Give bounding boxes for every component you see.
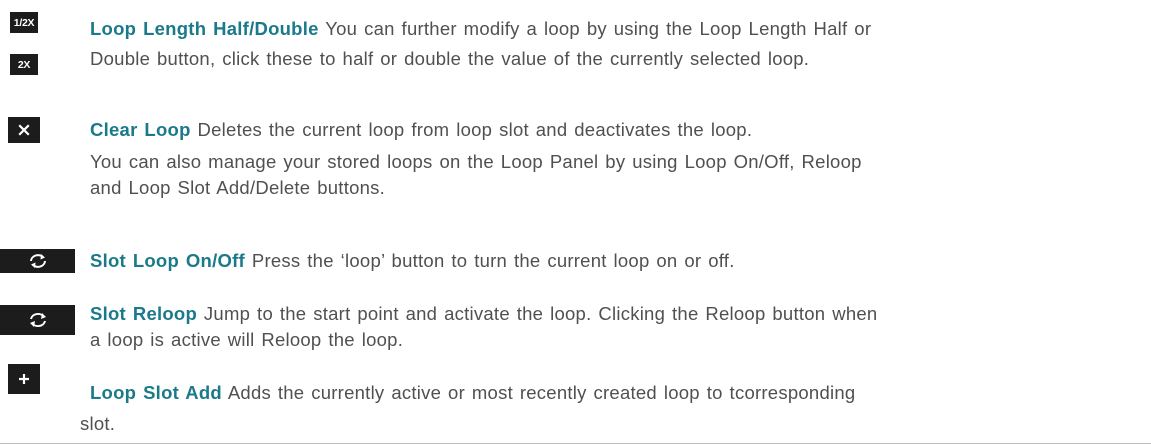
slot-reloop-title: Slot Reloop — [90, 303, 198, 324]
loop-arrows-icon — [29, 254, 46, 268]
slot-loop-title: Slot Loop On/Off — [90, 250, 245, 271]
loop-panel-paragraph-1: You can also manage your stored loops on… — [90, 151, 862, 172]
clear-loop-description: Clear Loop Deletes the current loop from… — [90, 117, 752, 143]
loop-slot-add-text-1: Adds the currently active or most recent… — [221, 382, 856, 403]
loop-length-text-2: Double button, click these to half or do… — [90, 48, 810, 69]
loop-length-title: Loop Length Half/Double — [90, 18, 319, 39]
plus-icon — [19, 374, 29, 384]
reloop-icon[interactable] — [0, 305, 75, 335]
clear-icon[interactable] — [8, 117, 40, 143]
loop-length-description-2: Double button, click these to half or do… — [90, 46, 809, 72]
slot-reloop-description-2: a loop is active will Reloop the loop. — [90, 329, 404, 350]
loop-length-description: Loop Length Half/Double You can further … — [90, 16, 871, 42]
slot-loop-text: Press the ‘loop’ button to turn the curr… — [244, 250, 735, 271]
loop-slot-add-description-2: slot. — [80, 413, 116, 434]
half-loop-icon[interactable]: 1/2X — [10, 12, 38, 33]
clear-loop-title: Clear Loop — [90, 119, 191, 140]
half-loop-label: 1/2X — [13, 16, 35, 29]
clear-loop-text: Deletes the current loop from loop slot … — [190, 119, 753, 140]
double-loop-icon[interactable]: 2X — [10, 54, 38, 75]
reloop-arrows-icon — [29, 313, 46, 327]
slot-loop-description: Slot Loop On/Off Press the ‘loop’ button… — [90, 248, 735, 274]
add-icon[interactable] — [8, 364, 40, 394]
loop-slot-add-description: Loop Slot Add Adds the currently active … — [90, 380, 855, 406]
close-icon — [18, 124, 30, 136]
double-loop-label: 2X — [17, 58, 31, 71]
bottom-divider — [0, 443, 1151, 444]
loop-length-text-1: You can further modify a loop by using t… — [318, 18, 872, 39]
slot-reloop-text-1: Jump to the start point and activate the… — [197, 303, 878, 324]
loop-slot-add-title: Loop Slot Add — [90, 382, 222, 403]
loop-panel-paragraph-2: and Loop Slot Add/Delete buttons. — [90, 177, 386, 198]
slot-reloop-description: Slot Reloop Jump to the start point and … — [90, 301, 877, 327]
loop-icon[interactable] — [0, 249, 75, 273]
